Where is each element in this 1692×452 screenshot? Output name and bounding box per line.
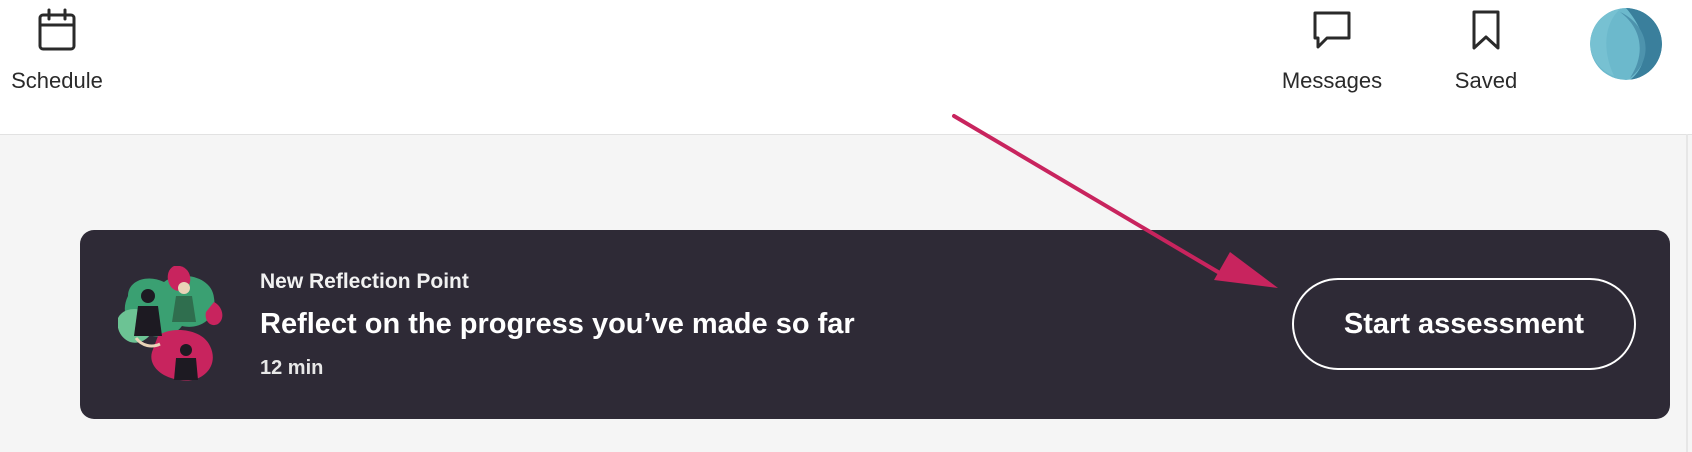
nav-saved-label: Saved	[1454, 68, 1518, 93]
nav-schedule[interactable]: Schedule	[4, 8, 110, 94]
reflection-illustration	[117, 265, 230, 388]
nav-messages[interactable]: Messages	[1272, 8, 1392, 94]
bookmark-icon	[1472, 10, 1500, 50]
chat-bubble-icon	[1313, 11, 1351, 49]
page: Schedule Messages Saved New Reflection P…	[0, 0, 1692, 452]
user-avatar[interactable]	[1590, 8, 1662, 80]
banner-text-block: New Reflection Point Reflect on the prog…	[260, 270, 855, 380]
banner-eyebrow: New Reflection Point	[260, 270, 469, 293]
start-assessment-button[interactable]: Start assessment	[1292, 278, 1636, 370]
reflection-point-banner: New Reflection Point Reflect on the prog…	[80, 230, 1670, 419]
nav-saved[interactable]: Saved	[1446, 8, 1526, 94]
banner-title: Reflect on the progress you’ve made so f…	[260, 308, 855, 340]
banner-duration: 12 min	[260, 357, 324, 379]
nav-schedule-label: Schedule	[11, 68, 103, 93]
content-edge-divider	[1686, 134, 1688, 452]
calendar-icon	[38, 8, 76, 51]
top-navigation-bar: Schedule Messages Saved	[0, 0, 1692, 135]
nav-messages-label: Messages	[1281, 68, 1383, 93]
